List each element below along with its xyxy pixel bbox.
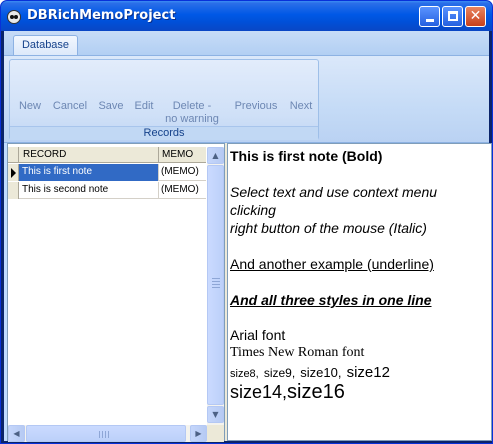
ribbon: New Cancel Save Edit Delete - no warning…: [4, 55, 489, 143]
memo-cell[interactable]: (MEMO): [159, 182, 206, 199]
column-header-record[interactable]: RECORD: [19, 147, 159, 163]
memo-cell[interactable]: (MEMO): [159, 164, 206, 181]
indicator-column-header: [8, 147, 19, 163]
memo-blank-line: [230, 165, 491, 183]
memo-line-italic: clicking: [230, 202, 276, 218]
delete-button-label: Delete -: [172, 100, 212, 112]
current-row-indicator: [8, 164, 19, 181]
record-cell[interactable]: This is first note: [19, 164, 159, 181]
memo-line-all-styles: And all three styles in one line: [230, 292, 432, 308]
memo-line-bold: This is first note (Bold): [230, 148, 383, 164]
maximize-button[interactable]: [442, 6, 463, 27]
client-area: Database New Cancel Save Edit Delete - n…: [4, 31, 492, 442]
maximize-icon: [447, 11, 458, 21]
next-button[interactable]: Next: [286, 100, 316, 113]
memo-line-sizes-large: size14,size16: [230, 381, 491, 404]
memo-blank-line: [230, 273, 491, 291]
scroll-up-button[interactable]: ▲: [207, 147, 224, 164]
vertical-scroll-thumb[interactable]: [207, 165, 224, 405]
table-row[interactable]: This is second note (MEMO): [8, 182, 206, 199]
size8-text: size8,: [230, 368, 259, 380]
app-icon[interactable]: [7, 10, 21, 24]
app-window: DBRichMemoProject ✕ Database New Cancel …: [0, 0, 493, 444]
grip-line: [212, 287, 220, 288]
tab-database[interactable]: Database: [13, 35, 78, 56]
horizontal-scrollbar[interactable]: ◀ ▶: [8, 425, 207, 442]
vertical-scrollbar[interactable]: ▲ ▼: [207, 147, 224, 425]
scroll-right-button[interactable]: ▶: [190, 425, 207, 442]
rich-memo-editor[interactable]: This is first note (Bold) Select text an…: [227, 143, 492, 441]
close-icon: ✕: [469, 8, 482, 24]
scrollbar-corner: [207, 425, 224, 442]
row-indicator: [8, 182, 19, 199]
chevron-up-icon: ▲: [212, 151, 219, 160]
minimize-icon: [425, 19, 434, 22]
size10-text: size10,: [300, 365, 342, 380]
table-row[interactable]: This is first note (MEMO): [8, 164, 206, 181]
memo-blank-line: [230, 237, 491, 255]
grip-line: [212, 278, 220, 279]
ribbon-group-caption: Records: [10, 126, 318, 140]
size14-text: size14,: [230, 382, 288, 402]
grip-line: [212, 284, 220, 285]
window-title: DBRichMemoProject: [27, 8, 176, 23]
row-pointer-icon: [11, 168, 16, 178]
delete-no-warning-button[interactable]: Delete - no warning: [160, 100, 224, 126]
size12-text: size12: [346, 364, 390, 381]
grid-header: RECORD MEMO: [8, 147, 206, 163]
memo-line-sizes-small: size8, size9, size10, size12: [230, 362, 491, 381]
grip-line: [108, 431, 109, 438]
ribbon-group-records: New Cancel Save Edit Delete - no warning…: [9, 59, 319, 140]
grip-line: [212, 281, 220, 282]
chevron-left-icon: ◀: [13, 429, 20, 438]
memo-line-italic: right button of the mouse (Italic): [230, 220, 427, 236]
memo-blank-line: [230, 309, 491, 327]
title-bar[interactable]: DBRichMemoProject ✕: [1, 1, 492, 31]
delete-button-sublabel: no warning: [165, 113, 219, 125]
size9-text: size9,: [263, 366, 296, 380]
previous-button[interactable]: Previous: [230, 100, 282, 113]
records-grid: RECORD MEMO This is first note (MEMO) Th…: [7, 143, 225, 442]
memo-line-italic: Select text and use context menu: [230, 184, 438, 200]
chevron-down-icon: ▼: [212, 410, 219, 419]
horizontal-scroll-thumb[interactable]: [26, 425, 186, 442]
new-button[interactable]: New: [15, 100, 45, 113]
column-header-memo[interactable]: MEMO: [159, 147, 206, 163]
memo-line-times: Times New Roman font: [230, 345, 365, 360]
grip-line: [99, 431, 100, 438]
ribbon-tab-strip: Database: [4, 31, 489, 56]
scroll-left-button[interactable]: ◀: [8, 425, 25, 442]
record-cell[interactable]: This is second note: [19, 182, 159, 199]
scroll-down-button[interactable]: ▼: [207, 406, 224, 423]
minimize-button[interactable]: [419, 6, 440, 27]
memo-line-underline: And another example (underline): [230, 256, 434, 272]
grip-line: [102, 431, 103, 438]
main-content: RECORD MEMO This is first note (MEMO) Th…: [7, 143, 492, 442]
edit-button[interactable]: Edit: [130, 100, 158, 113]
memo-line-arial: Arial font: [230, 327, 286, 343]
chevron-right-icon: ▶: [195, 429, 202, 438]
close-button[interactable]: ✕: [465, 6, 486, 27]
size16-text: size16: [287, 381, 345, 403]
save-button[interactable]: Save: [95, 100, 127, 113]
cancel-button[interactable]: Cancel: [50, 100, 90, 113]
grip-line: [105, 431, 106, 438]
